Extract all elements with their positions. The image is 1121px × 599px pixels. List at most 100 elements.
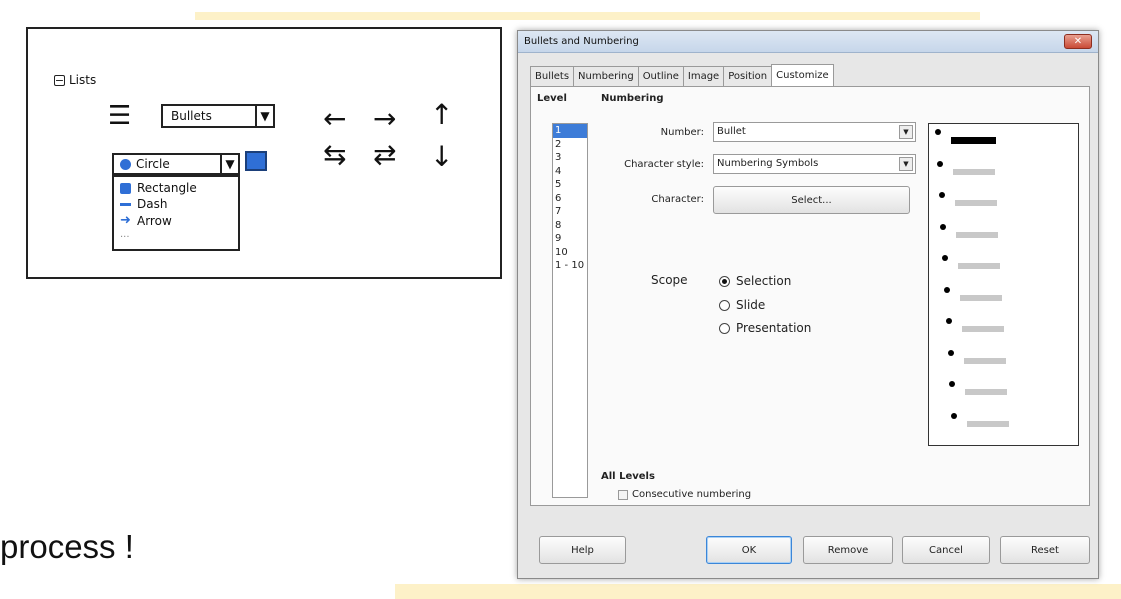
preview-line bbox=[951, 137, 996, 144]
tab-image[interactable]: Image bbox=[682, 66, 725, 86]
preview-line bbox=[961, 326, 1004, 332]
consecutive-numbering-label: Consecutive numbering bbox=[632, 489, 752, 500]
chevron-down-icon[interactable]: ▼ bbox=[255, 106, 273, 126]
tab-numbering[interactable]: Numbering bbox=[573, 66, 639, 86]
character-style-select[interactable]: Numbering Symbols ▼ bbox=[713, 154, 916, 174]
select-character-button[interactable]: Select... bbox=[713, 186, 910, 214]
option-label: Arrow bbox=[137, 213, 172, 228]
help-button[interactable]: Help bbox=[539, 536, 626, 564]
color-picker-button[interactable] bbox=[245, 151, 267, 171]
preview-line bbox=[965, 389, 1008, 395]
level-item[interactable]: 5 bbox=[553, 178, 587, 192]
option-dash[interactable]: Dash bbox=[120, 197, 167, 211]
ok-button[interactable]: OK bbox=[706, 536, 792, 564]
dash-icon bbox=[120, 202, 131, 206]
list-icon: ☰ bbox=[108, 101, 132, 131]
arrow-up-icon[interactable]: ↑ bbox=[430, 101, 453, 129]
circle-icon bbox=[114, 155, 136, 173]
slide-highlight-top bbox=[195, 12, 980, 20]
preview-bullet-icon bbox=[947, 349, 954, 356]
bullets-numbering-dialog: Bullets and Numbering ✕ Bullets Numberin… bbox=[517, 30, 1099, 579]
bullet-style-options: Rectangle Dash ➜ Arrow ... bbox=[112, 175, 240, 251]
consecutive-numbering-checkbox[interactable] bbox=[618, 489, 628, 500]
slide-highlight-bottom bbox=[395, 584, 1121, 599]
preview-line bbox=[954, 200, 997, 206]
character-style-label: Character style: bbox=[624, 159, 704, 170]
decrease-indent-icon[interactable]: ⇆ bbox=[323, 141, 346, 169]
consecutive-numbering-option[interactable]: Consecutive numbering bbox=[618, 489, 751, 500]
option-arrow[interactable]: ➜ Arrow bbox=[120, 213, 172, 228]
radio-icon[interactable] bbox=[719, 299, 730, 311]
all-levels-label: All Levels bbox=[601, 471, 655, 482]
level-item[interactable]: 7 bbox=[553, 205, 587, 219]
close-button[interactable]: ✕ bbox=[1064, 34, 1092, 49]
tab-customize[interactable]: Customize bbox=[771, 64, 834, 86]
preview-bullet-icon bbox=[940, 223, 947, 230]
level-item[interactable]: 9 bbox=[553, 232, 587, 246]
radio-selected-icon[interactable] bbox=[719, 275, 730, 287]
radio-label: Selection bbox=[736, 274, 792, 288]
level-item[interactable]: 1 - 10 bbox=[553, 259, 587, 273]
tab-bullets[interactable]: Bullets bbox=[530, 66, 575, 86]
arrow-right-icon[interactable]: → bbox=[373, 105, 396, 133]
bullets-dropdown[interactable]: Bullets ▼ bbox=[161, 104, 275, 128]
scope-radio-selection[interactable]: Selection bbox=[719, 274, 791, 288]
number-select[interactable]: Bullet ▼ bbox=[713, 122, 916, 142]
preview-bullet-icon bbox=[945, 318, 952, 324]
tree-label: Lists bbox=[69, 73, 97, 87]
chevron-down-icon[interactable]: ▼ bbox=[899, 125, 913, 139]
remove-button[interactable]: Remove bbox=[803, 536, 893, 564]
increase-indent-icon[interactable]: ⇄ bbox=[373, 141, 396, 169]
slide-text: process ! bbox=[0, 528, 134, 565]
preview-bullet-icon bbox=[942, 255, 949, 261]
level-item[interactable]: 10 bbox=[553, 246, 587, 260]
preview-line bbox=[956, 231, 999, 238]
arrow-left-icon[interactable]: ← bbox=[323, 105, 346, 133]
character-style-value: Numbering Symbols bbox=[717, 158, 819, 169]
preview-bullet-icon bbox=[951, 412, 958, 419]
option-label: Rectangle bbox=[137, 181, 197, 195]
numbering-header: Numbering bbox=[601, 93, 664, 104]
preview-bullet-icon bbox=[935, 129, 941, 135]
wireframe-mockup: − Lists ☰ Bullets ▼ Circle ▼ Rectangle D… bbox=[26, 27, 502, 279]
tab-position[interactable]: Position bbox=[723, 66, 773, 86]
level-item[interactable]: 4 bbox=[553, 165, 587, 179]
bullets-dropdown-value: Bullets bbox=[171, 109, 212, 123]
radio-icon[interactable] bbox=[719, 322, 730, 334]
level-item[interactable]: 8 bbox=[553, 219, 587, 233]
scope-radio-slide[interactable]: Slide bbox=[719, 298, 765, 312]
cancel-button[interactable]: Cancel bbox=[902, 536, 990, 564]
tab-outline[interactable]: Outline bbox=[637, 66, 684, 86]
level-header: Level bbox=[537, 93, 567, 104]
level-item[interactable]: 2 bbox=[553, 138, 587, 152]
preview-bullet-icon bbox=[938, 192, 945, 198]
arrow-down-icon[interactable]: ↓ bbox=[430, 143, 453, 171]
arrow-icon: ➜ bbox=[120, 213, 131, 228]
preview-bullet-icon bbox=[944, 286, 950, 293]
chevron-down-icon[interactable]: ▼ bbox=[899, 157, 913, 171]
radio-label: Presentation bbox=[736, 321, 812, 335]
close-icon: ✕ bbox=[1073, 36, 1083, 47]
preview-bullet-icon bbox=[936, 160, 943, 167]
scope-radio-presentation[interactable]: Presentation bbox=[719, 321, 811, 335]
number-select-value: Bullet bbox=[717, 126, 746, 137]
customize-panel: Level 1 2 3 4 5 6 7 8 9 10 1 - 10 Numbering Number… bbox=[530, 86, 1090, 506]
bullet-preview bbox=[928, 123, 1079, 446]
preview-line bbox=[958, 263, 1001, 269]
collapse-icon[interactable]: − bbox=[54, 74, 65, 86]
tree-node-lists[interactable]: − Lists bbox=[54, 73, 96, 87]
option-rectangle[interactable]: Rectangle bbox=[120, 181, 197, 195]
level-item[interactable]: 3 bbox=[553, 151, 587, 165]
scope-label: Scope bbox=[651, 273, 688, 287]
bullet-style-value: Circle bbox=[136, 157, 170, 171]
number-label: Number: bbox=[660, 127, 704, 138]
bullet-style-dropdown[interactable]: Circle ▼ bbox=[112, 153, 240, 175]
level-item[interactable]: 1 bbox=[553, 124, 587, 138]
level-item[interactable]: 6 bbox=[553, 192, 587, 206]
chevron-down-icon[interactable]: ▼ bbox=[220, 155, 238, 173]
more-options: ... bbox=[120, 229, 130, 240]
reset-button[interactable]: Reset bbox=[1000, 536, 1090, 564]
preview-line bbox=[967, 420, 1010, 427]
tab-bar: Bullets Numbering Outline Image Position… bbox=[530, 64, 834, 86]
level-list[interactable]: 1 2 3 4 5 6 7 8 9 10 1 - 10 bbox=[552, 123, 588, 498]
